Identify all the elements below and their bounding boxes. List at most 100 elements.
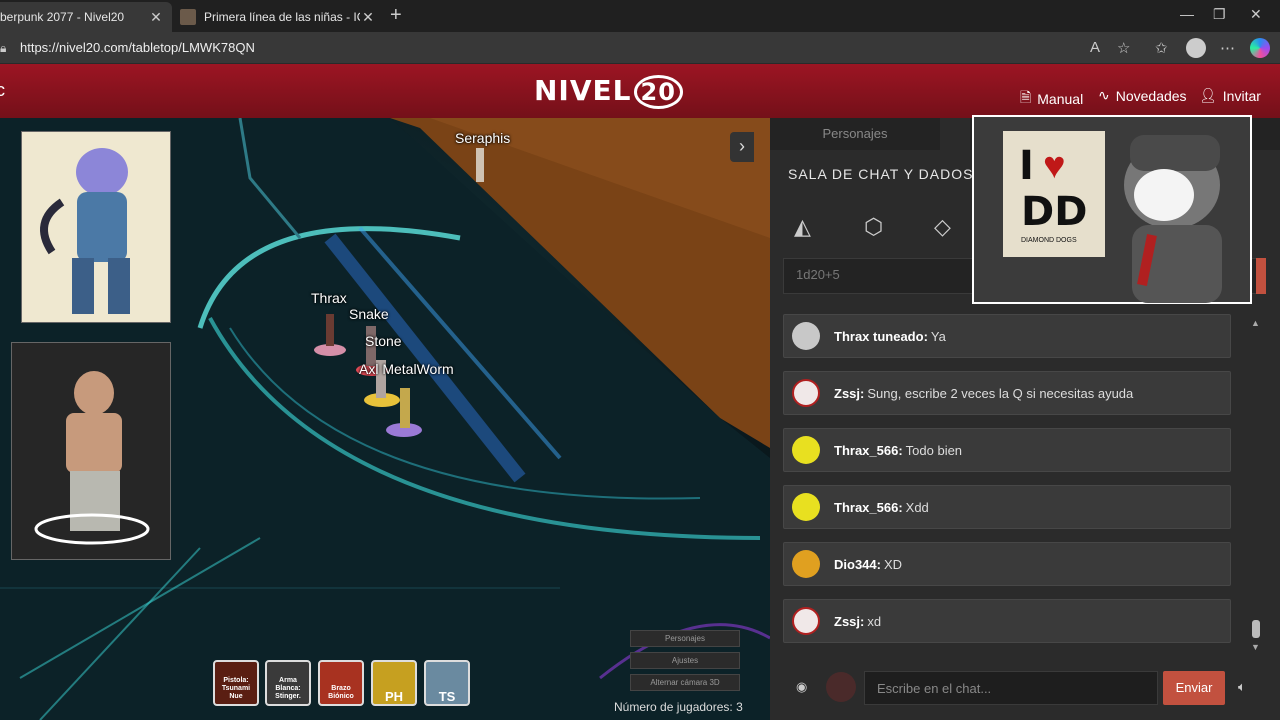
action-label: Brazo Biónico xyxy=(328,685,354,700)
browser-tab-active[interactable]: berpunk 2077 - Nivel20 ✕ xyxy=(0,2,172,32)
tab-chat[interactable] xyxy=(940,118,970,150)
token-label[interactable]: Stone xyxy=(365,333,402,349)
add-user-icon: 👤︎ xyxy=(1199,87,1217,103)
profile-avatar[interactable] xyxy=(1186,38,1206,58)
collapse-panel-button[interactable]: › xyxy=(730,132,754,162)
message-author: Thrax_566: xyxy=(834,499,903,515)
token-label[interactable]: Thrax xyxy=(311,290,347,306)
heart-icon: ♥ xyxy=(1043,145,1066,187)
message-text: XD xyxy=(883,556,903,572)
chat-messages: Thrax tuneado: Ya Zssj: Sung, escribe 2 ve… xyxy=(783,314,1231,656)
player-count: Número de jugadores: 3 xyxy=(614,700,743,714)
avatar xyxy=(792,322,820,350)
send-button[interactable]: Enviar xyxy=(1163,671,1225,705)
action-label: PH xyxy=(384,689,404,704)
action-brazo-bionico[interactable]: Brazo Biónico xyxy=(318,660,364,706)
action-ph[interactable]: PH xyxy=(371,660,417,706)
chat-message: Zssj: xd xyxy=(783,599,1231,643)
chat-message: Thrax_566: Xdd xyxy=(783,485,1231,529)
player-portrait-card[interactable] xyxy=(11,342,171,560)
close-tab-icon[interactable]: ✕ xyxy=(360,9,376,26)
tab-title: Primera línea de las niñas - IOP W xyxy=(204,10,360,24)
new-tab-button[interactable]: + xyxy=(390,4,402,27)
message-author: Zssj: xyxy=(834,385,865,401)
scroll-up-icon[interactable]: ▲ xyxy=(1251,318,1260,328)
roll-button[interactable] xyxy=(1256,258,1266,294)
minimize-icon[interactable]: — xyxy=(1180,6,1194,22)
message-text: Sung, escribe 2 veces la Q si necesitas … xyxy=(867,385,1134,401)
tabletop-map[interactable]: › Seraphis Thrax Snake Stone Axl MetalWo… xyxy=(0,118,770,720)
menu-personajes[interactable]: Personajes xyxy=(630,630,740,647)
player-portrait-image xyxy=(12,343,170,559)
d4-icon[interactable]: ◭ xyxy=(794,214,811,240)
message-author: Zssj: xyxy=(834,613,865,629)
d6-icon[interactable]: ⬡ xyxy=(864,214,883,240)
nav-novedades[interactable]: ∿ Novedades xyxy=(1098,87,1187,104)
badge-letters: DD xyxy=(1021,189,1088,235)
action-arma-blanca[interactable]: Arma Blanca: Stinger. xyxy=(265,660,311,706)
copilot-icon[interactable] xyxy=(1250,38,1270,58)
globe-icon[interactable]: ◉ xyxy=(796,679,807,695)
more-menu-icon[interactable]: ⋯ xyxy=(1220,39,1235,57)
logo-d20: 20 xyxy=(633,75,683,109)
favicon-icon xyxy=(180,9,196,25)
message-text: xd xyxy=(867,613,882,629)
logo-text: NIVEL xyxy=(534,74,632,107)
message-text: Ya xyxy=(930,328,946,344)
token-label[interactable]: Snake xyxy=(349,306,389,322)
avatar xyxy=(792,607,820,635)
message-text: Xdd xyxy=(905,499,929,515)
action-label: Arma Blanca: Stinger. xyxy=(275,677,301,700)
user-avatar[interactable] xyxy=(826,672,856,702)
avatar xyxy=(792,493,820,521)
chat-message: Dio344: XD xyxy=(783,542,1231,586)
favorite-star-icon[interactable]: ☆ xyxy=(1117,39,1130,57)
character-portrait-image xyxy=(40,148,130,314)
message-author: Thrax_566: xyxy=(834,442,903,458)
scroll-thumb[interactable] xyxy=(1252,620,1260,638)
address-bar: 🔒︎ https://nivel20.com/tabletop/LMWK78QN… xyxy=(0,32,1280,64)
token-label[interactable]: Axl MetalWorm xyxy=(359,361,454,377)
avatar-drawing xyxy=(1124,135,1222,303)
chat-message: Zssj: Sung, escribe 2 veces la Q si neces… xyxy=(783,371,1231,415)
nav-invitar[interactable]: 👤︎ Invitar xyxy=(1199,87,1261,104)
menu-toggle-3d[interactable]: Alternar cámara 3D xyxy=(630,674,740,691)
restore-icon[interactable]: ❐ xyxy=(1213,6,1226,23)
action-pistola[interactable]: Pistola: Tsunami Nue xyxy=(213,660,259,706)
site-logo[interactable]: NIVEL 20 xyxy=(534,74,683,109)
character-portrait-card[interactable] xyxy=(21,131,171,323)
close-window-icon[interactable]: ✕ xyxy=(1250,6,1262,23)
webcam-overlay: I ♥ DD DIAMOND DOGS xyxy=(972,115,1252,304)
browser-tab[interactable]: Primera línea de las niñas - IOP W ✕ xyxy=(172,2,384,32)
volume-icon[interactable]: 🔈︎ xyxy=(1238,679,1246,695)
tab-personajes[interactable]: Personajes xyxy=(770,118,940,150)
badge-caption: DIAMOND DOGS xyxy=(1021,237,1077,244)
read-aloud-icon[interactable]: A xyxy=(1090,39,1100,56)
menu-edge-icon[interactable]: c xyxy=(0,80,5,101)
lock-icon[interactable]: 🔒︎ xyxy=(0,41,6,56)
chat-scrollbar[interactable]: ▲ ▼ xyxy=(1250,318,1262,658)
chat-input[interactable]: Escribe en el chat... xyxy=(864,671,1158,705)
favorites-icon[interactable]: ✩ xyxy=(1155,39,1168,57)
avatar xyxy=(792,436,820,464)
d8-icon[interactable]: ◇ xyxy=(934,214,951,240)
chat-message: Thrax_566: Todo bien xyxy=(783,428,1231,472)
message-text: Todo bien xyxy=(905,442,963,458)
avatar xyxy=(792,379,820,407)
action-ts[interactable]: TS xyxy=(424,660,470,706)
tab-title: berpunk 2077 - Nivel20 xyxy=(0,10,125,24)
nav-manual[interactable]: 🗎 Manual xyxy=(1020,87,1083,111)
nav-label: Novedades xyxy=(1115,87,1187,104)
token-label[interactable]: Seraphis xyxy=(455,130,510,146)
action-label: TS xyxy=(438,689,456,704)
message-author: Dio344: xyxy=(834,556,881,572)
url-field[interactable]: https://nivel20.com/tabletop/LMWK78QN xyxy=(20,40,255,55)
action-label: Pistola: Tsunami Nue xyxy=(221,677,251,700)
diamond-dogs-badge: I ♥ DD DIAMOND DOGS xyxy=(1003,131,1105,257)
room-title: SALA DE CHAT Y DADOS xyxy=(788,166,974,182)
avatar xyxy=(792,550,820,578)
close-tab-icon[interactable]: ✕ xyxy=(148,9,164,26)
menu-ajustes[interactable]: Ajustes xyxy=(630,652,740,669)
scroll-down-icon[interactable]: ▼ xyxy=(1251,642,1260,652)
chat-input-bar: ◉ Escribe en el chat... Enviar 🔈︎ xyxy=(770,666,1280,720)
